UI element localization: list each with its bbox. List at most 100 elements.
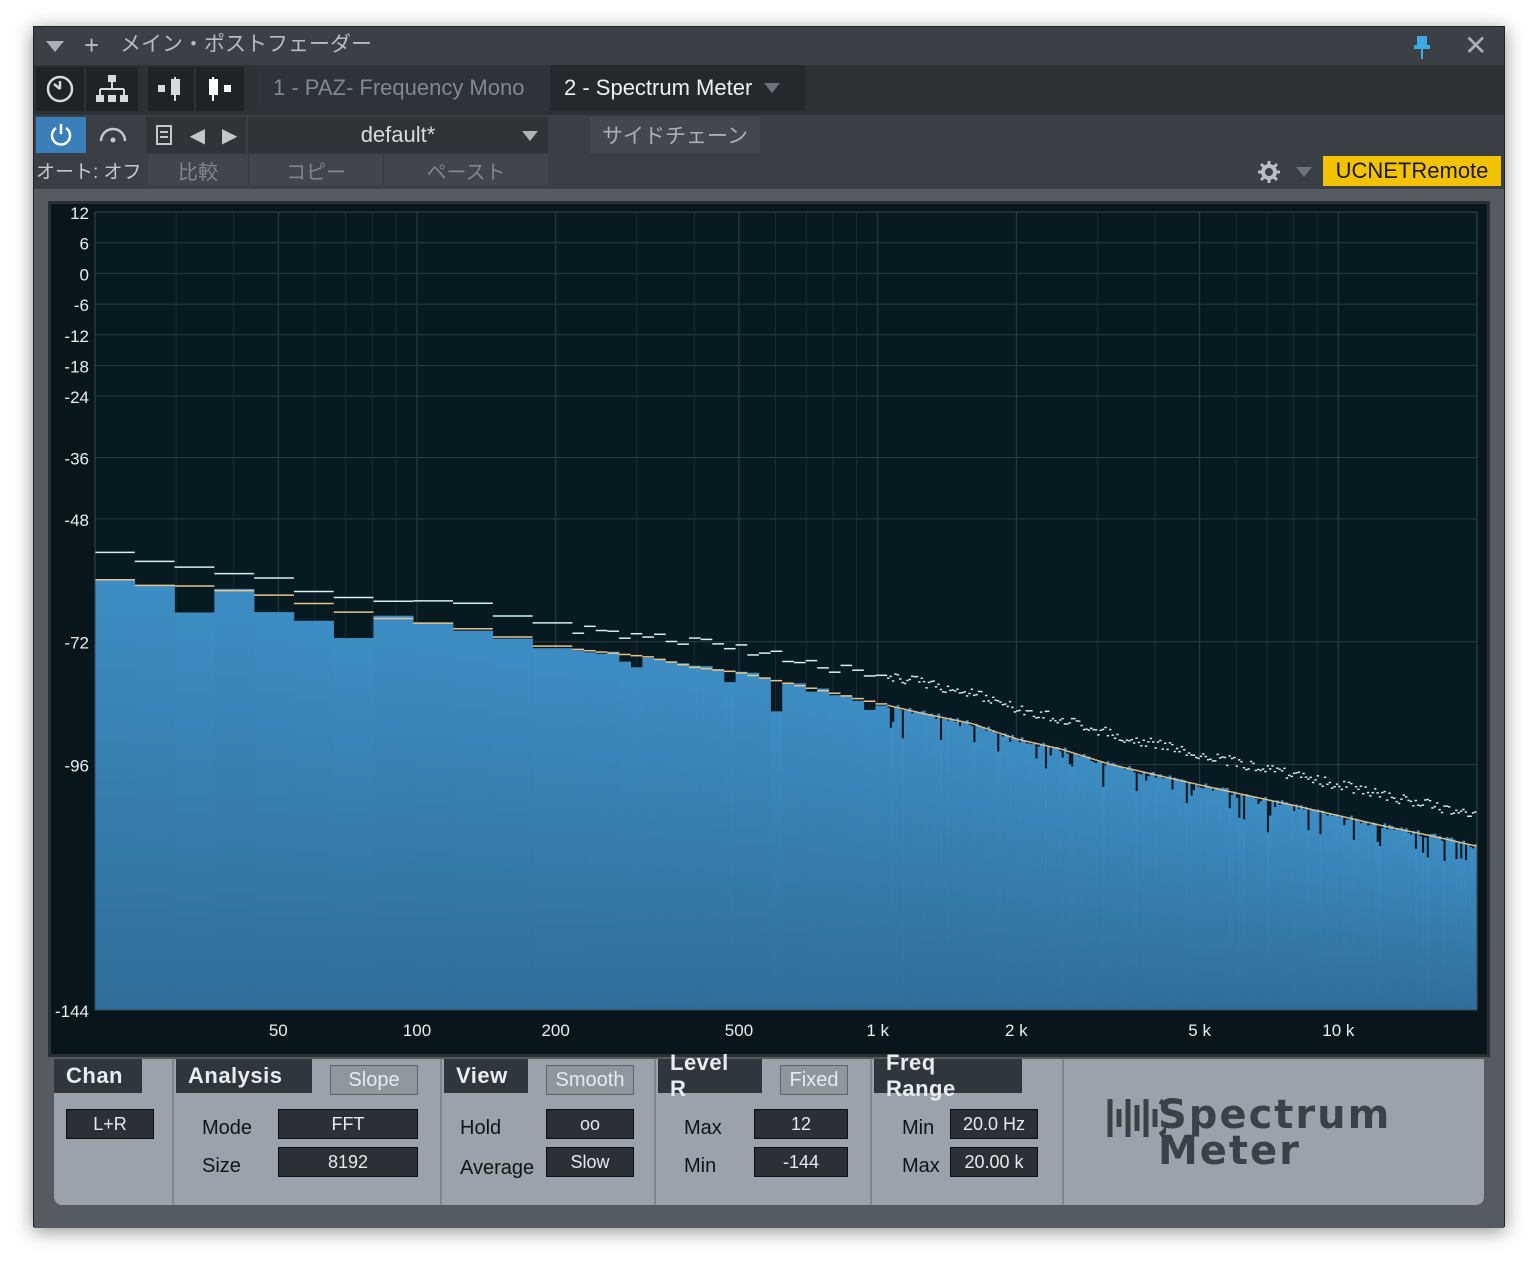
auto-mode[interactable]: オート: オフ <box>36 157 142 184</box>
chevron-down-icon[interactable] <box>1296 167 1312 177</box>
spectrum-bar <box>1347 819 1351 1010</box>
spectrum-bar <box>1152 771 1155 1010</box>
hold-select[interactable]: oo <box>546 1109 634 1139</box>
chan-select[interactable]: L+R <box>66 1109 154 1139</box>
insert-prev-icon[interactable] <box>148 67 194 111</box>
spectrum-bar <box>1202 788 1205 1010</box>
spectrum-bar <box>1190 795 1193 1010</box>
sidechain-button[interactable]: サイドチェーン <box>590 117 760 153</box>
spectrum-bar <box>1137 773 1141 1010</box>
spectrum-bar <box>1378 846 1382 1010</box>
spectrum-bar <box>1450 837 1454 1010</box>
add-plugin-icon[interactable]: + <box>84 31 99 59</box>
spectrum-bar <box>572 650 585 1010</box>
spectrum-bar <box>1094 763 1098 1010</box>
routing-icon[interactable] <box>86 67 138 111</box>
spectrum-bar <box>95 579 136 1010</box>
compare-button[interactable]: 比較 <box>148 155 248 185</box>
insert-next-icon[interactable] <box>196 67 244 111</box>
spectrum-bar <box>1004 733 1007 1010</box>
size-select[interactable]: 8192 <box>278 1147 418 1177</box>
pin-icon[interactable] <box>1412 34 1432 60</box>
spectrum-bar <box>1424 837 1427 1010</box>
fixed-toggle[interactable]: Fixed <box>780 1065 848 1095</box>
level-max-input[interactable]: 12 <box>754 1109 848 1139</box>
slope-toggle[interactable]: Slope <box>330 1065 418 1095</box>
mode-label: Mode <box>202 1117 253 1139</box>
spectrum-bar <box>492 638 533 1010</box>
spectrum-bar <box>1175 778 1179 1010</box>
spectrum-bar <box>1066 753 1069 1010</box>
spectrum-bar <box>906 710 909 1010</box>
spectrum-bar <box>1302 809 1306 1010</box>
spectrum-bar <box>1197 786 1201 1010</box>
spectrum-bar <box>1354 818 1358 1010</box>
bypass-button[interactable] <box>88 117 138 153</box>
x-tick-label: 2 k <box>1005 1021 1028 1040</box>
spectrum-bar <box>1030 744 1034 1010</box>
spectrum-bar <box>712 669 725 1010</box>
spectrum-bar <box>1109 765 1112 1010</box>
spectrum-bar <box>642 657 655 1010</box>
spectrum-bar <box>817 688 830 1010</box>
spectrum-bar <box>1252 796 1255 1010</box>
spectrum-bar <box>1352 839 1356 1010</box>
spectrum-bar <box>1393 829 1396 1010</box>
paste-button[interactable]: ペースト <box>384 155 548 185</box>
collapse-triangle-icon[interactable] <box>46 41 64 52</box>
level-min-input[interactable]: -144 <box>754 1147 848 1177</box>
power-icon <box>50 124 72 146</box>
spectrum-bar <box>894 707 897 1010</box>
window-title: メイン・ポストフェーダー <box>120 33 372 56</box>
spectrum-bar <box>1092 761 1096 1010</box>
divider <box>172 1059 174 1205</box>
y-tick-label: -18 <box>64 357 89 376</box>
gear-icon[interactable] <box>1254 157 1284 187</box>
spectrum-bar <box>1428 834 1432 1010</box>
close-icon[interactable]: ✕ <box>1464 31 1487 61</box>
freq-max-input[interactable]: 20.00 k <box>950 1147 1038 1177</box>
spectrum-bar <box>1271 801 1275 1010</box>
spectrum-bar <box>1395 828 1399 1010</box>
spectrum-bar <box>1400 827 1403 1010</box>
spectrum-bar <box>1187 782 1191 1010</box>
spectrum-bar <box>1166 778 1170 1010</box>
spectrum-bar <box>949 717 952 1010</box>
average-select[interactable]: Slow <box>546 1147 634 1177</box>
document-icon[interactable] <box>155 124 173 146</box>
spectrum-bar <box>1209 787 1213 1010</box>
prev-preset-icon[interactable]: ◀ <box>190 123 205 148</box>
copy-button[interactable]: コピー <box>250 155 382 185</box>
spectrum-chart: 12 6 0 -6 -12 -18 -24 -36 -48 -72 -96 -144 50 100 200 5… <box>55 204 1478 1040</box>
power-button[interactable] <box>36 117 86 153</box>
spectrum-bar <box>1185 803 1189 1010</box>
spectrum-bar <box>1273 807 1277 1010</box>
divider <box>1062 1059 1064 1205</box>
spectrum-bar <box>1359 823 1363 1010</box>
freq-min-input[interactable]: 20.0 Hz <box>950 1109 1038 1139</box>
spectrum-bar <box>1085 757 1088 1010</box>
x-tick-label: 1 k <box>866 1021 889 1040</box>
spectrum-bar <box>1288 803 1291 1010</box>
spectrum-bar <box>1218 788 1222 1010</box>
smooth-toggle[interactable]: Smooth <box>546 1065 634 1095</box>
spectrum-bar <box>984 730 988 1010</box>
clock-icon[interactable] <box>36 67 84 111</box>
spectrum-bar <box>1233 791 1236 1010</box>
preset-select[interactable]: default* <box>248 117 548 153</box>
chevron-down-icon[interactable] <box>764 83 781 93</box>
spectrum-bar <box>1204 783 1208 1010</box>
y-tick-label: -72 <box>64 634 89 653</box>
spectrum-bar <box>677 663 690 1010</box>
mode-select[interactable]: FFT <box>278 1109 418 1139</box>
spectrum-bar <box>937 713 940 1010</box>
view-header: View <box>444 1059 528 1093</box>
ucnet-remote-button[interactable]: UCNETRemote <box>1323 156 1501 186</box>
spectrum-bar <box>1149 772 1153 1010</box>
tab-spectrum-meter[interactable]: 2 - Spectrum Meter <box>550 65 805 111</box>
tab-paz-frequency[interactable]: 1 - PAZ- Frequency Mono <box>259 65 549 111</box>
spectrum-bar <box>1455 859 1458 1010</box>
spectrum-bar <box>1068 764 1072 1010</box>
next-preset-icon[interactable]: ▶ <box>222 123 237 148</box>
spectrum-bar <box>665 662 678 1010</box>
